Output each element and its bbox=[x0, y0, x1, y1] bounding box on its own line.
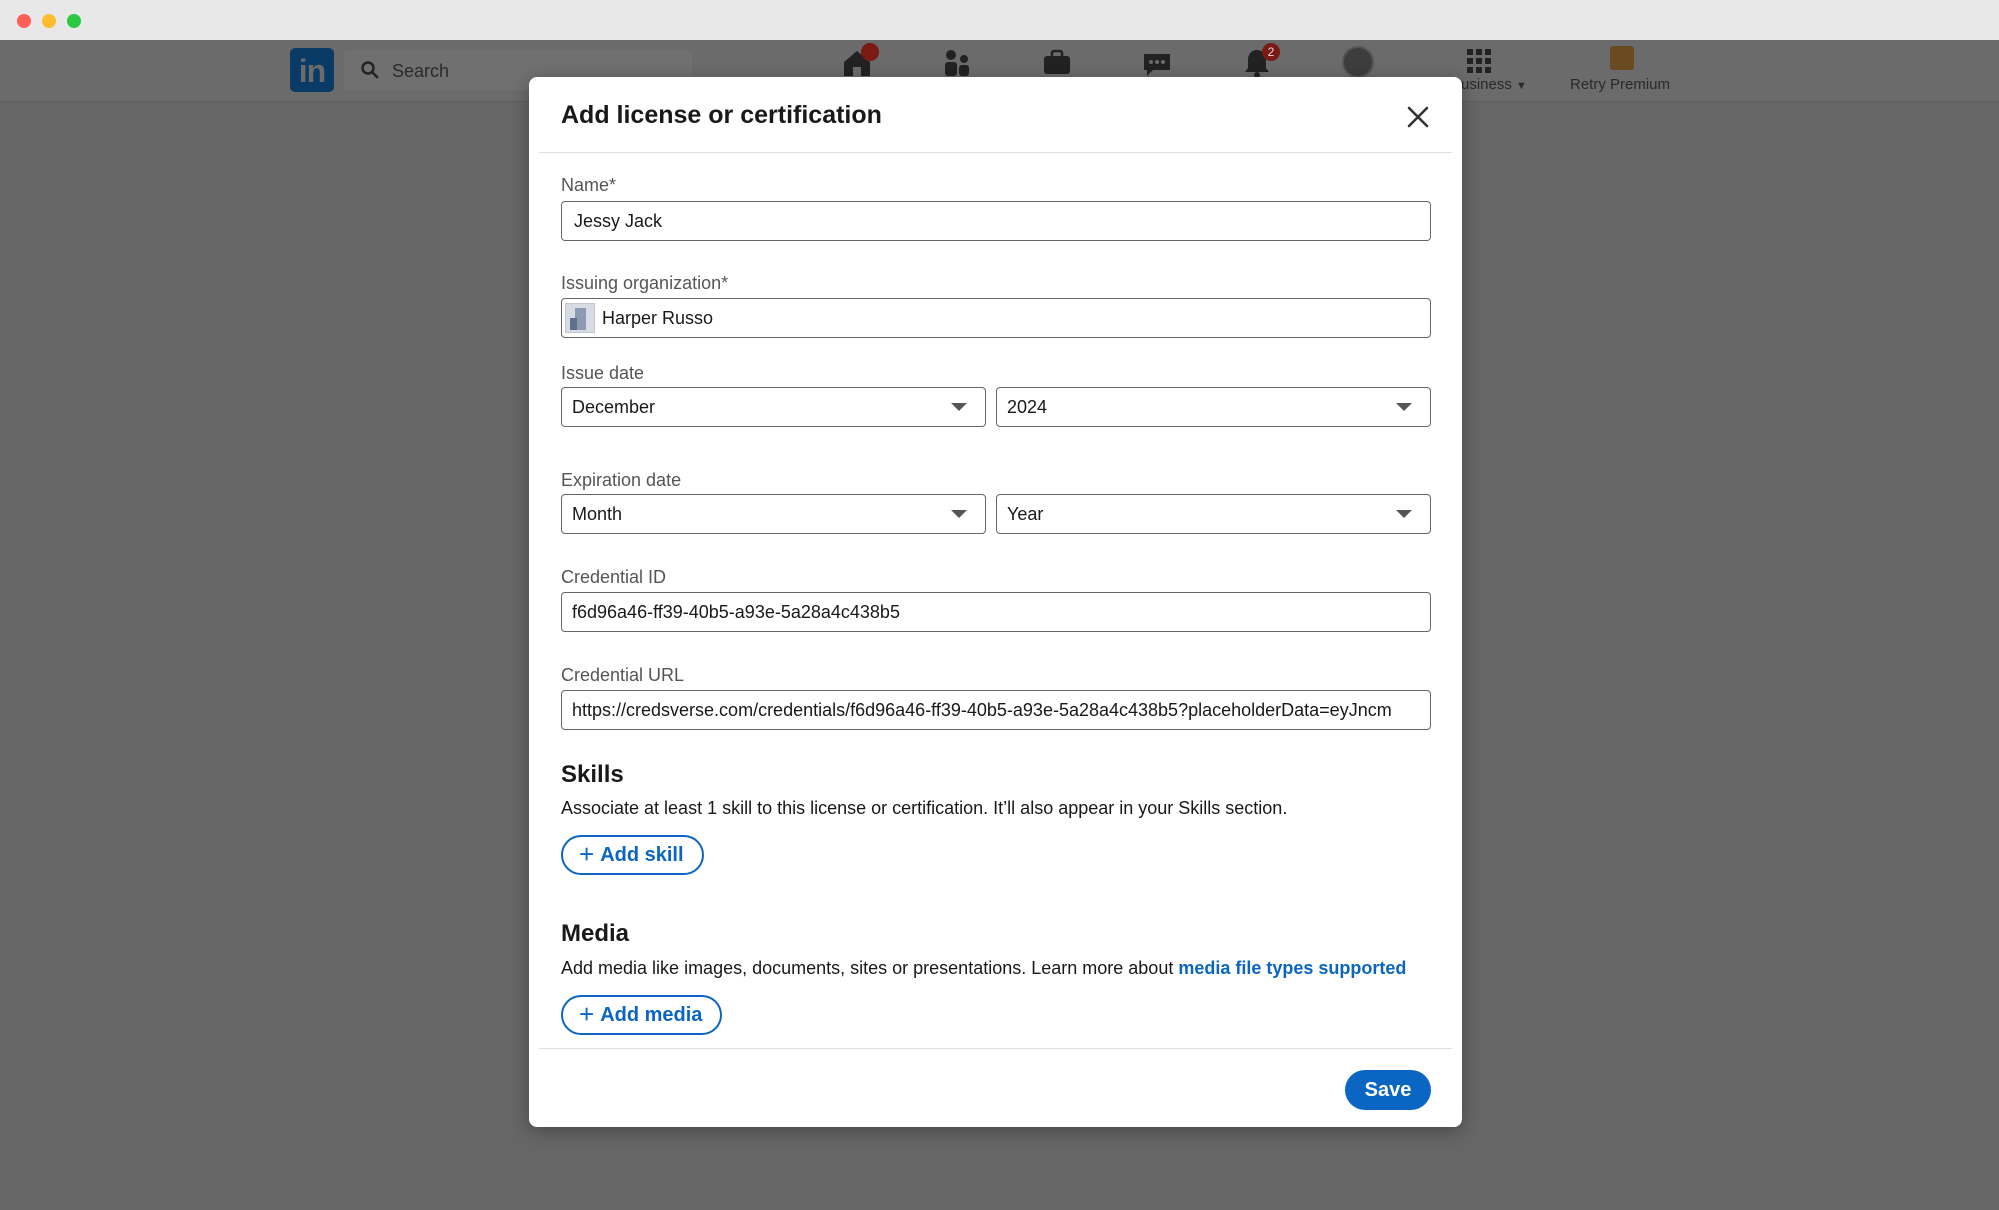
notifications-badge: 2 bbox=[1262, 43, 1280, 61]
modal-header: Add license or certification bbox=[529, 77, 1462, 153]
credential-url-label: Credential URL bbox=[561, 665, 685, 685]
media-heading: Media bbox=[561, 920, 630, 947]
chevron-down-icon bbox=[951, 510, 967, 518]
maximize-window-button[interactable] bbox=[67, 14, 81, 28]
credential-url-input[interactable]: https://credsverse.com/credentials/f6d96… bbox=[561, 690, 1431, 730]
footer-divider bbox=[539, 1048, 1452, 1049]
home-badge bbox=[861, 43, 879, 61]
for-business-label: usiness bbox=[1461, 76, 1512, 93]
save-button[interactable]: Save bbox=[1345, 1070, 1431, 1110]
search-placeholder: Search bbox=[392, 61, 450, 81]
chevron-down-icon bbox=[951, 403, 967, 411]
chevron-down-icon bbox=[1396, 403, 1412, 411]
name-input[interactable]: Jessy Jack bbox=[561, 201, 1431, 241]
name-label: Name* bbox=[561, 175, 617, 195]
chevron-down-icon bbox=[1396, 510, 1412, 518]
issuing-organization-input[interactable]: Harper Russo bbox=[561, 298, 1431, 338]
issue-month-value: December bbox=[572, 397, 656, 417]
add-media-label: Add media bbox=[600, 1003, 703, 1026]
close-window-button[interactable] bbox=[17, 14, 31, 28]
add-media-button[interactable]: + Add media bbox=[561, 995, 723, 1035]
expiration-date-label: Expiration date bbox=[561, 470, 682, 490]
media-description-text: Add media like images, documents, sites … bbox=[561, 958, 1179, 978]
jobs-icon[interactable] bbox=[1040, 46, 1074, 80]
retry-premium-link[interactable]: Retry Premium bbox=[1570, 76, 1670, 93]
for-business-menu[interactable]: usiness ▼ bbox=[1461, 76, 1527, 93]
plus-icon: + bbox=[579, 998, 595, 1029]
organization-logo-icon bbox=[565, 303, 595, 333]
add-skill-button[interactable]: + Add skill bbox=[561, 835, 704, 875]
profile-avatar[interactable] bbox=[1342, 46, 1374, 78]
my-network-icon[interactable] bbox=[940, 46, 974, 80]
add-license-modal: Add license or certification Name* Jessy… bbox=[529, 77, 1462, 1127]
premium-icon[interactable] bbox=[1610, 46, 1634, 70]
expiration-month-value: Month bbox=[572, 504, 623, 524]
media-description: Add media like images, documents, sites … bbox=[561, 958, 1406, 979]
close-icon bbox=[1407, 106, 1429, 128]
plus-icon: + bbox=[579, 838, 595, 869]
issue-date-label: Issue date bbox=[561, 363, 645, 383]
skills-heading: Skills bbox=[561, 761, 624, 788]
close-button[interactable] bbox=[1400, 99, 1436, 135]
skills-description: Associate at least 1 skill to this licen… bbox=[561, 798, 1288, 818]
credential-id-input[interactable]: f6d96a46-ff39-40b5-a93e-5a28a4c438b5 bbox=[561, 592, 1431, 632]
add-skill-label: Add skill bbox=[600, 843, 684, 866]
issue-month-select[interactable]: December bbox=[561, 387, 986, 427]
minimize-window-button[interactable] bbox=[42, 14, 56, 28]
issue-year-select[interactable]: 2024 bbox=[996, 387, 1431, 427]
expiration-year-value: Year bbox=[1007, 504, 1044, 524]
window-titlebar bbox=[0, 0, 1999, 40]
media-file-types-link[interactable]: media file types supported bbox=[1178, 958, 1406, 978]
apps-grid-icon[interactable] bbox=[1462, 46, 1496, 80]
expiration-year-select[interactable]: Year bbox=[996, 494, 1431, 534]
modal-title: Add license or certification bbox=[561, 101, 882, 129]
credential-id-label: Credential ID bbox=[561, 567, 667, 587]
linkedin-logo-icon[interactable]: in bbox=[290, 48, 334, 92]
search-icon bbox=[361, 61, 379, 79]
chevron-down-icon: ▼ bbox=[1516, 80, 1527, 92]
issuing-organization-label: Issuing organization* bbox=[561, 273, 729, 293]
issue-year-value: 2024 bbox=[1007, 397, 1048, 417]
header-divider bbox=[539, 152, 1452, 153]
messaging-icon[interactable] bbox=[1140, 46, 1174, 80]
expiration-month-select[interactable]: Month bbox=[561, 494, 986, 534]
